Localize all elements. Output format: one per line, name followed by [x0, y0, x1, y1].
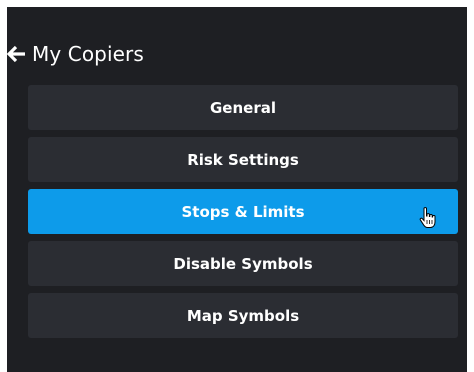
menu-item-label: Stops & Limits: [181, 202, 305, 221]
menu-item-label: Disable Symbols: [173, 254, 313, 273]
arrow-left-icon[interactable]: [7, 44, 27, 64]
back-to-my-copiers[interactable]: My Copiers: [7, 38, 144, 70]
hand-pointer-icon: [419, 206, 437, 230]
settings-panel: My Copiers General Risk Settings Stops &…: [7, 7, 467, 372]
menu-item-label: Risk Settings: [187, 150, 299, 169]
menu-item-map-symbols[interactable]: Map Symbols: [28, 293, 458, 338]
menu-item-label: General: [210, 98, 276, 117]
page-title: My Copiers: [32, 42, 144, 66]
menu-item-risk-settings[interactable]: Risk Settings: [28, 137, 458, 182]
settings-menu: General Risk Settings Stops & Limits Dis…: [28, 85, 458, 338]
menu-item-general[interactable]: General: [28, 85, 458, 130]
menu-item-stops-limits[interactable]: Stops & Limits: [28, 189, 458, 234]
menu-item-label: Map Symbols: [186, 306, 300, 325]
menu-item-disable-symbols[interactable]: Disable Symbols: [28, 241, 458, 286]
